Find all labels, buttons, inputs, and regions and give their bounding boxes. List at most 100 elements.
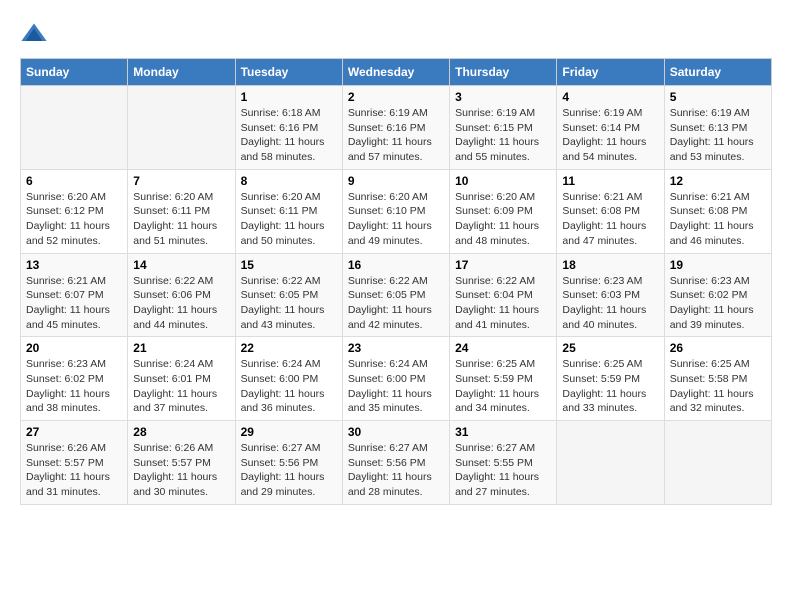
day-info: Sunrise: 6:19 AM Sunset: 6:13 PM Dayligh…: [670, 106, 766, 165]
calendar-cell: 5 Sunrise: 6:19 AM Sunset: 6:13 PM Daylig…: [664, 86, 771, 170]
calendar-table: SundayMondayTuesdayWednesdayThursdayFrid…: [20, 58, 772, 505]
day-number: 26: [670, 341, 766, 355]
day-number: 13: [26, 258, 122, 272]
day-number: 5: [670, 90, 766, 104]
calendar-cell: 26 Sunrise: 6:25 AM Sunset: 5:58 PM Dayli…: [664, 337, 771, 421]
calendar-cell: [128, 86, 235, 170]
day-number: 14: [133, 258, 229, 272]
day-info: Sunrise: 6:24 AM Sunset: 6:01 PM Dayligh…: [133, 357, 229, 416]
day-number: 2: [348, 90, 444, 104]
calendar-cell: 23Sunrise: 6:24 AM Sunset: 6:00 PM Dayli…: [342, 337, 449, 421]
calendar-cell: 21 Sunrise: 6:24 AM Sunset: 6:01 PM Dayli…: [128, 337, 235, 421]
calendar-cell: 18 Sunrise: 6:23 AM Sunset: 6:03 PM Dayli…: [557, 253, 664, 337]
day-number: 17: [455, 258, 551, 272]
calendar-cell: 20 Sunrise: 6:23 AM Sunset: 6:02 PM Dayli…: [21, 337, 128, 421]
day-number: 19: [670, 258, 766, 272]
day-info: Sunrise: 6:19 AM Sunset: 6:16 PM Dayligh…: [348, 106, 444, 165]
day-info: Sunrise: 6:25 AM Sunset: 5:58 PM Dayligh…: [670, 357, 766, 416]
day-number: 20: [26, 341, 122, 355]
day-info: Sunrise: 6:22 AM Sunset: 6:05 PM Dayligh…: [348, 274, 444, 333]
calendar-cell: 15Sunrise: 6:22 AM Sunset: 6:05 PM Dayli…: [235, 253, 342, 337]
day-number: 7: [133, 174, 229, 188]
page-header: [20, 20, 772, 48]
day-info: Sunrise: 6:22 AM Sunset: 6:05 PM Dayligh…: [241, 274, 337, 333]
calendar-cell: 1 Sunrise: 6:18 AM Sunset: 6:16 PM Daylig…: [235, 86, 342, 170]
day-number: 28: [133, 425, 229, 439]
calendar-cell: 8 Sunrise: 6:20 AM Sunset: 6:11 PM Daylig…: [235, 169, 342, 253]
day-info: Sunrise: 6:24 AM Sunset: 6:00 PM Dayligh…: [348, 357, 444, 416]
calendar-week-5: 27Sunrise: 6:26 AM Sunset: 5:57 PM Dayli…: [21, 421, 772, 505]
day-info: Sunrise: 6:22 AM Sunset: 6:06 PM Dayligh…: [133, 274, 229, 333]
weekday-header-tuesday: Tuesday: [235, 59, 342, 86]
day-number: 31: [455, 425, 551, 439]
calendar-cell: 12 Sunrise: 6:21 AM Sunset: 6:08 PM Dayli…: [664, 169, 771, 253]
day-number: 21: [133, 341, 229, 355]
calendar-cell: [557, 421, 664, 505]
day-info: Sunrise: 6:27 AM Sunset: 5:55 PM Dayligh…: [455, 441, 551, 500]
day-number: 9: [348, 174, 444, 188]
calendar-cell: 22 Sunrise: 6:24 AM Sunset: 6:00 PM Dayli…: [235, 337, 342, 421]
calendar-cell: 24Sunrise: 6:25 AM Sunset: 5:59 PM Dayli…: [450, 337, 557, 421]
calendar-cell: 13 Sunrise: 6:21 AM Sunset: 6:07 PM Dayli…: [21, 253, 128, 337]
day-number: 3: [455, 90, 551, 104]
day-info: Sunrise: 6:19 AM Sunset: 6:15 PM Dayligh…: [455, 106, 551, 165]
day-info: Sunrise: 6:20 AM Sunset: 6:11 PM Dayligh…: [241, 190, 337, 249]
calendar-cell: 30 Sunrise: 6:27 AM Sunset: 5:56 PM Dayli…: [342, 421, 449, 505]
weekday-header-thursday: Thursday: [450, 59, 557, 86]
day-info: Sunrise: 6:27 AM Sunset: 5:56 PM Dayligh…: [241, 441, 337, 500]
day-info: Sunrise: 6:20 AM Sunset: 6:10 PM Dayligh…: [348, 190, 444, 249]
day-info: Sunrise: 6:24 AM Sunset: 6:00 PM Dayligh…: [241, 357, 337, 416]
day-info: Sunrise: 6:21 AM Sunset: 6:08 PM Dayligh…: [562, 190, 658, 249]
day-info: Sunrise: 6:21 AM Sunset: 6:08 PM Dayligh…: [670, 190, 766, 249]
day-info: Sunrise: 6:20 AM Sunset: 6:11 PM Dayligh…: [133, 190, 229, 249]
day-info: Sunrise: 6:26 AM Sunset: 5:57 PM Dayligh…: [26, 441, 122, 500]
weekday-header-saturday: Saturday: [664, 59, 771, 86]
day-number: 22: [241, 341, 337, 355]
logo-icon: [20, 20, 48, 48]
day-number: 12: [670, 174, 766, 188]
weekday-header-monday: Monday: [128, 59, 235, 86]
day-info: Sunrise: 6:23 AM Sunset: 6:02 PM Dayligh…: [670, 274, 766, 333]
calendar-cell: 9 Sunrise: 6:20 AM Sunset: 6:10 PM Daylig…: [342, 169, 449, 253]
day-number: 24: [455, 341, 551, 355]
weekday-header-sunday: Sunday: [21, 59, 128, 86]
calendar-cell: 10 Sunrise: 6:20 AM Sunset: 6:09 PM Dayli…: [450, 169, 557, 253]
calendar-cell: [664, 421, 771, 505]
day-info: Sunrise: 6:23 AM Sunset: 6:03 PM Dayligh…: [562, 274, 658, 333]
day-number: 18: [562, 258, 658, 272]
day-info: Sunrise: 6:18 AM Sunset: 6:16 PM Dayligh…: [241, 106, 337, 165]
day-info: Sunrise: 6:21 AM Sunset: 6:07 PM Dayligh…: [26, 274, 122, 333]
day-info: Sunrise: 6:27 AM Sunset: 5:56 PM Dayligh…: [348, 441, 444, 500]
day-number: 6: [26, 174, 122, 188]
day-info: Sunrise: 6:26 AM Sunset: 5:57 PM Dayligh…: [133, 441, 229, 500]
calendar-cell: 19 Sunrise: 6:23 AM Sunset: 6:02 PM Dayli…: [664, 253, 771, 337]
calendar-cell: 14 Sunrise: 6:22 AM Sunset: 6:06 PM Dayli…: [128, 253, 235, 337]
day-info: Sunrise: 6:19 AM Sunset: 6:14 PM Dayligh…: [562, 106, 658, 165]
calendar-cell: 11Sunrise: 6:21 AM Sunset: 6:08 PM Dayli…: [557, 169, 664, 253]
calendar-cell: 25Sunrise: 6:25 AM Sunset: 5:59 PM Dayli…: [557, 337, 664, 421]
calendar-cell: 6Sunrise: 6:20 AM Sunset: 6:12 PM Daylig…: [21, 169, 128, 253]
day-number: 4: [562, 90, 658, 104]
day-number: 25: [562, 341, 658, 355]
calendar-week-1: 1 Sunrise: 6:18 AM Sunset: 6:16 PM Daylig…: [21, 86, 772, 170]
calendar-cell: 2 Sunrise: 6:19 AM Sunset: 6:16 PM Daylig…: [342, 86, 449, 170]
day-number: 8: [241, 174, 337, 188]
day-number: 1: [241, 90, 337, 104]
calendar-cell: 3 Sunrise: 6:19 AM Sunset: 6:15 PM Daylig…: [450, 86, 557, 170]
calendar-cell: [21, 86, 128, 170]
day-number: 30: [348, 425, 444, 439]
day-number: 10: [455, 174, 551, 188]
weekday-header-friday: Friday: [557, 59, 664, 86]
calendar-cell: 7 Sunrise: 6:20 AM Sunset: 6:11 PM Daylig…: [128, 169, 235, 253]
weekday-header-wednesday: Wednesday: [342, 59, 449, 86]
day-info: Sunrise: 6:20 AM Sunset: 6:09 PM Dayligh…: [455, 190, 551, 249]
logo: [20, 20, 52, 48]
day-info: Sunrise: 6:23 AM Sunset: 6:02 PM Dayligh…: [26, 357, 122, 416]
calendar-week-3: 13 Sunrise: 6:21 AM Sunset: 6:07 PM Dayli…: [21, 253, 772, 337]
calendar-cell: 16 Sunrise: 6:22 AM Sunset: 6:05 PM Dayli…: [342, 253, 449, 337]
day-number: 16: [348, 258, 444, 272]
day-number: 29: [241, 425, 337, 439]
calendar-cell: 31 Sunrise: 6:27 AM Sunset: 5:55 PM Dayli…: [450, 421, 557, 505]
weekday-header-row: SundayMondayTuesdayWednesdayThursdayFrid…: [21, 59, 772, 86]
calendar-cell: 29 Sunrise: 6:27 AM Sunset: 5:56 PM Dayli…: [235, 421, 342, 505]
